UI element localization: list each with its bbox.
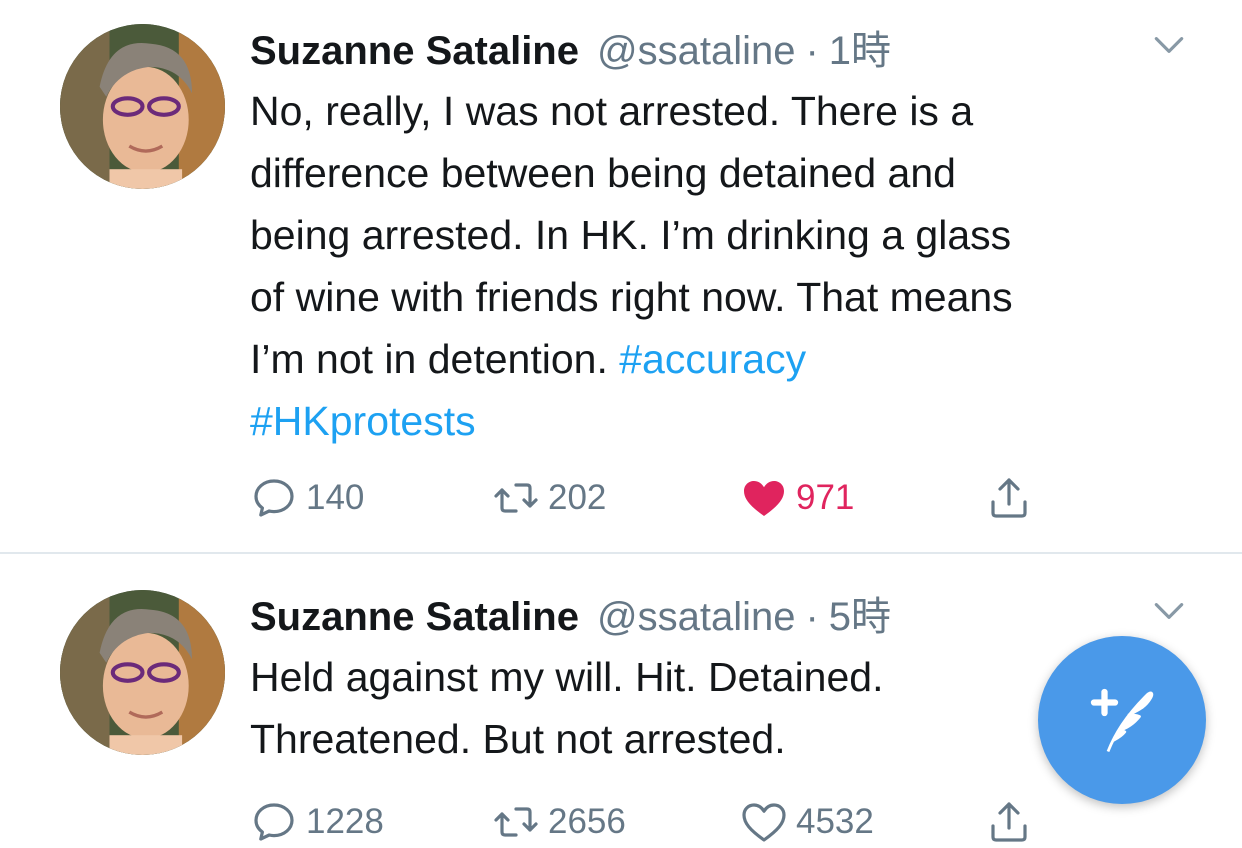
retweet-button[interactable]: 2656	[492, 796, 626, 848]
chevron-down-icon[interactable]	[1150, 592, 1188, 630]
tweet-header: Suzanne Sataline @ssataline · 5時	[250, 584, 891, 642]
reply-button[interactable]: 140	[250, 472, 364, 524]
retweet-count: 202	[548, 478, 607, 517]
avatar[interactable]	[60, 590, 225, 755]
share-button[interactable]	[985, 796, 1033, 848]
avatar[interactable]	[60, 24, 225, 189]
reply-count: 1228	[306, 802, 384, 841]
user-handle[interactable]: @ssataline	[597, 29, 795, 74]
display-name[interactable]: Suzanne Sataline	[250, 595, 579, 640]
tweet-text: No, really, I was not arrested. There is…	[250, 80, 1210, 452]
speech-bubble-icon	[254, 479, 294, 517]
compose-feather-plus-icon	[1090, 688, 1154, 753]
tweet-text-line: being arrested. In HK. I’m drinking a gl…	[250, 212, 1012, 258]
display-name[interactable]: Suzanne Sataline	[250, 29, 579, 74]
tweet-text-line: difference between being detained and	[250, 150, 956, 196]
hashtag-link[interactable]: #HKprotests	[250, 398, 476, 444]
user-handle[interactable]: @ssataline	[597, 595, 795, 640]
tweet-text-line: No, really, I was not arrested. There is…	[250, 88, 974, 134]
timestamp[interactable]: 5時	[829, 584, 891, 642]
like-count: 971	[796, 478, 855, 517]
tweet-text-line: I’m not in detention. #accuracy	[250, 328, 1210, 390]
tweet-actions: 1228 2656 4532	[250, 796, 1070, 848]
retweet-arrows-icon	[494, 807, 538, 837]
heart-filled-icon	[744, 481, 784, 516]
tweet[interactable]: Suzanne Sataline @ssataline · 1時 No, rea…	[0, 0, 1242, 553]
timestamp[interactable]: 1時	[829, 18, 891, 76]
chevron-down-icon[interactable]	[1150, 26, 1188, 64]
retweet-arrows-icon	[494, 483, 538, 513]
separator-dot: ·	[805, 595, 819, 639]
tweet-text-fragment: I’m not in detention.	[250, 336, 620, 382]
compose-tweet-button[interactable]	[1038, 636, 1206, 804]
share-button[interactable]	[985, 472, 1033, 524]
tweet-divider	[0, 552, 1242, 554]
share-upload-icon	[991, 478, 1027, 518]
speech-bubble-icon	[254, 803, 294, 841]
tweet-actions: 140 202 971	[250, 472, 1070, 524]
reply-count: 140	[306, 478, 365, 517]
share-upload-icon	[991, 802, 1027, 842]
hashtag-link[interactable]: #accuracy	[619, 336, 806, 382]
retweet-button[interactable]: 202	[492, 472, 606, 524]
separator-dot: ·	[805, 29, 819, 73]
like-button[interactable]: 4532	[740, 796, 874, 848]
tweet-text-line: of wine with friends right now. That mea…	[250, 274, 1013, 320]
tweet-header: Suzanne Sataline @ssataline · 1時	[250, 18, 891, 76]
heart-outline-icon	[742, 803, 786, 842]
tweet-text-line: #HKprotests	[250, 390, 1210, 452]
reply-button[interactable]: 1228	[250, 796, 384, 848]
like-button[interactable]: 971	[740, 472, 854, 524]
retweet-count: 2656	[548, 802, 626, 841]
like-count: 4532	[796, 802, 874, 841]
